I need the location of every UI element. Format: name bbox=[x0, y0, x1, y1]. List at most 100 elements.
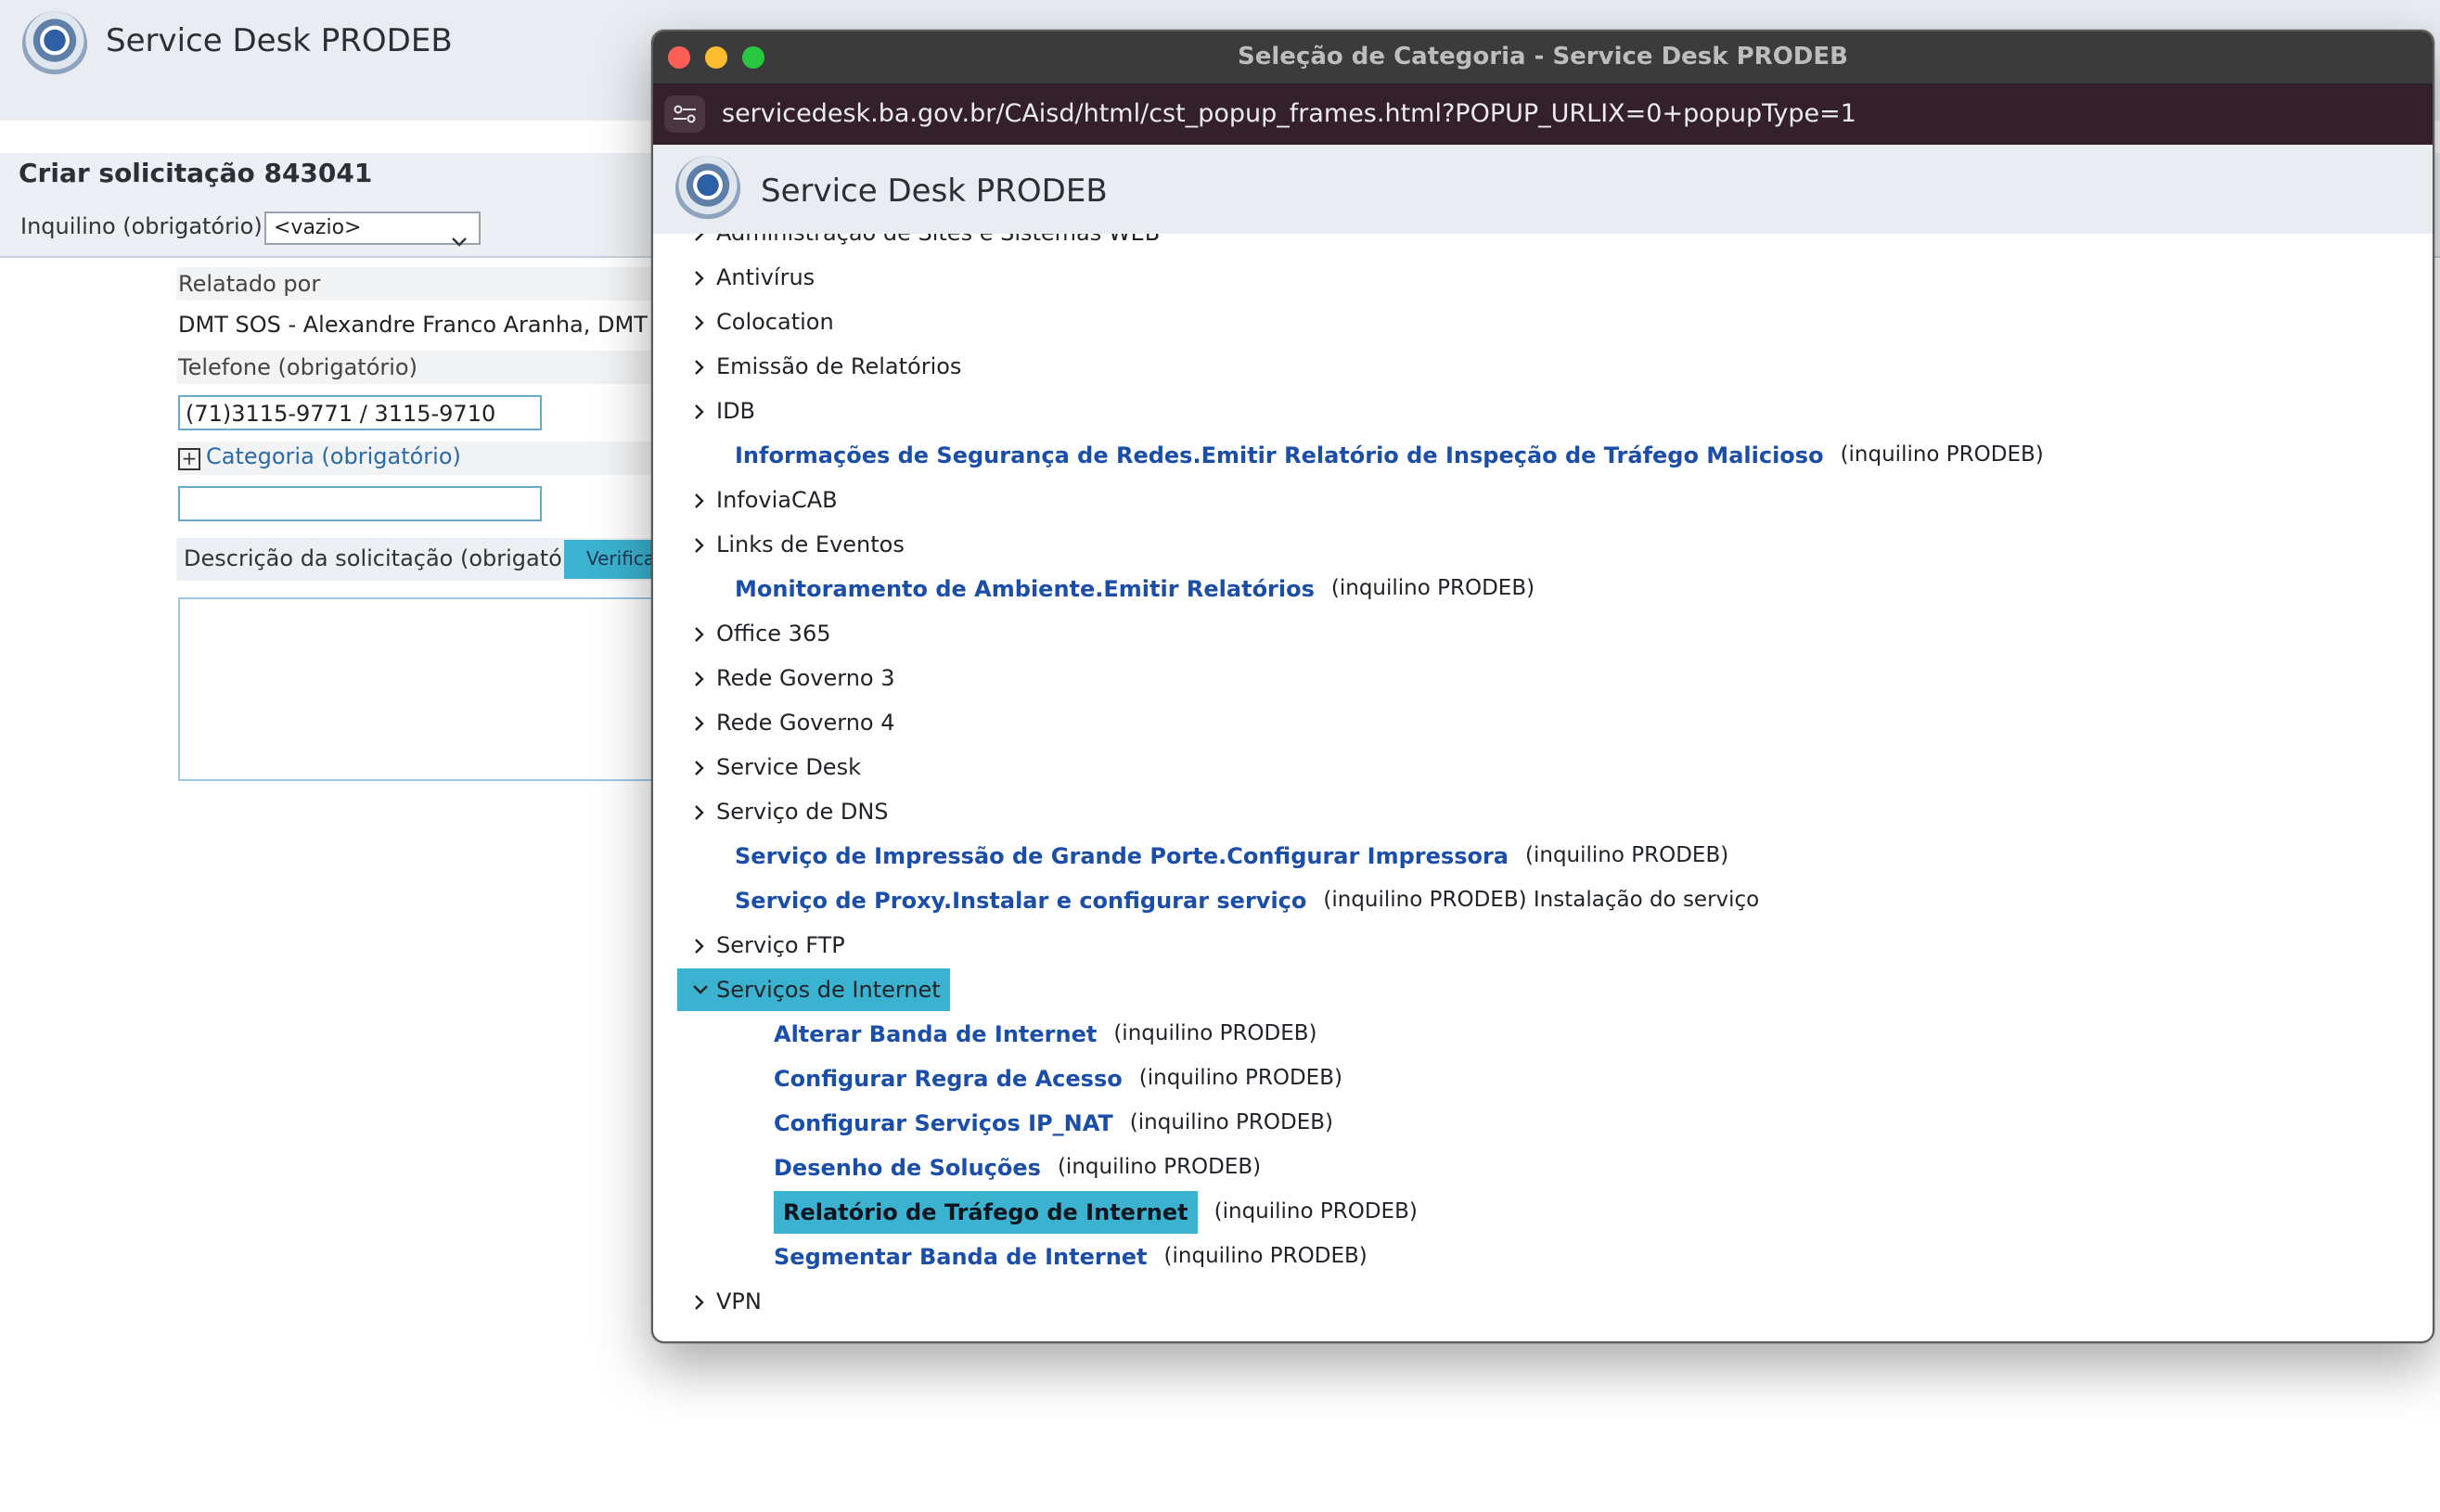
tree-node-label: VPN bbox=[716, 1288, 762, 1314]
category-leaf[interactable]: Serviço de Impressão de Grande Porte.Con… bbox=[735, 835, 1728, 878]
popup-app-title: Service Desk PRODEB bbox=[761, 173, 1108, 210]
reported-by-label: Relatado por bbox=[176, 267, 659, 301]
category-link[interactable]: Segmentar Banda de Internet bbox=[774, 1236, 1148, 1278]
tree-node[interactable]: Administração de Sites e Sistemas WEB bbox=[677, 234, 1160, 254]
tree-node[interactable]: Rede Governo 4 bbox=[677, 701, 894, 744]
tree-node[interactable]: Rede Governo 3 bbox=[677, 657, 894, 699]
tenant-note: (inquilino PRODEB) bbox=[1525, 843, 1729, 867]
tree-node[interactable]: Antivírus bbox=[677, 256, 815, 299]
url-text[interactable]: servicedesk.ba.gov.br/CAisd/html/cst_pop… bbox=[722, 99, 1856, 128]
site-settings-icon[interactable] bbox=[664, 96, 705, 133]
tree-node[interactable]: Links de Eventos bbox=[677, 523, 905, 566]
phone-input[interactable]: (71)3115-9771 / 3115-9710 bbox=[178, 395, 542, 430]
app-title: Service Desk PRODEB bbox=[106, 22, 453, 59]
tree-node-label: InfoviaCAB bbox=[716, 487, 838, 513]
category-leaf[interactable]: Informações de Segurança de Redes.Emitir… bbox=[735, 434, 2044, 477]
chevron-down-icon bbox=[449, 215, 469, 258]
tenant-select[interactable]: <vazio> bbox=[264, 211, 481, 247]
tree-node-label: Rede Governo 4 bbox=[716, 710, 895, 736]
tree-node-label: Rede Governo 3 bbox=[716, 665, 895, 691]
category-leaf[interactable]: Desenho de Soluções (inquilino PRODEB) bbox=[774, 1147, 1261, 1189]
category-link[interactable]: Configurar Regra de Acesso bbox=[774, 1057, 1123, 1100]
category-tree: Administração de Sites e Sistemas WEB Ant… bbox=[653, 234, 2433, 1341]
popup-app-header: Service Desk PRODEB bbox=[653, 145, 2433, 234]
category-leaf[interactable]: Configurar Regra de Acesso (inquilino PRO… bbox=[774, 1057, 1342, 1100]
tree-node-label: Links de Eventos bbox=[716, 532, 905, 557]
category-leaf[interactable]: Configurar Serviços IP_NAT (inquilino PRO… bbox=[774, 1102, 1333, 1145]
category-link[interactable]: Informações de Segurança de Redes.Emitir… bbox=[735, 434, 1824, 477]
tenant-note: (inquilino PRODEB) Instalação do serviço bbox=[1323, 888, 1760, 912]
category-link[interactable]: Serviço de Impressão de Grande Porte.Con… bbox=[735, 835, 1509, 878]
window-title: Seleção de Categoria - Service Desk PROD… bbox=[1238, 43, 1848, 70]
address-bar: servicedesk.ba.gov.br/CAisd/html/cst_pop… bbox=[653, 83, 2433, 145]
tree-node-selected[interactable]: Serviços de Internet bbox=[677, 968, 950, 1011]
tree-node-label: Service Desk bbox=[716, 754, 861, 780]
tenant-note: (inquilino PRODEB) bbox=[1113, 1021, 1317, 1045]
chevron-right-icon[interactable] bbox=[690, 790, 711, 833]
phone-label: Telefone (obrigatório) bbox=[176, 351, 659, 384]
tenant-note: (inquilino PRODEB) bbox=[1330, 576, 1535, 600]
tenant-note: (inquilino PRODEB) bbox=[1129, 1110, 1333, 1134]
tree-node-label: Administração de Sites e Sistemas WEB bbox=[716, 234, 1160, 254]
expand-plus-icon[interactable]: + bbox=[178, 448, 200, 470]
chevron-down-icon[interactable] bbox=[690, 968, 711, 1011]
tree-node-label: Serviços de Internet bbox=[716, 977, 941, 1003]
chevron-right-icon[interactable] bbox=[690, 523, 711, 566]
tree-node[interactable]: Office 365 bbox=[677, 612, 831, 655]
category-link[interactable]: Relatório de Tráfego de Internet bbox=[774, 1191, 1198, 1234]
chevron-right-icon[interactable] bbox=[690, 256, 711, 299]
tenant-note: (inquilino PRODEB) bbox=[1840, 442, 2044, 467]
category-link[interactable]: Configurar Serviços IP_NAT bbox=[774, 1102, 1113, 1145]
chevron-right-icon[interactable] bbox=[690, 612, 711, 655]
tree-node[interactable]: Emissão de Relatórios bbox=[677, 345, 961, 388]
chevron-right-icon[interactable] bbox=[690, 345, 711, 388]
tenant-note: (inquilino PRODEB) bbox=[1057, 1155, 1262, 1179]
tree-node[interactable]: VPN bbox=[677, 1280, 762, 1323]
tree-node[interactable]: Service Desk bbox=[677, 746, 861, 788]
tenant-select-value: <vazio> bbox=[274, 216, 362, 239]
tenant-note: (inquilino PRODEB) bbox=[1214, 1199, 1418, 1224]
tenant-label: Inquilino (obrigatório) bbox=[20, 213, 263, 239]
service-desk-logo-icon bbox=[675, 156, 740, 221]
tree-node-label: Colocation bbox=[716, 309, 834, 335]
category-input[interactable] bbox=[178, 486, 542, 521]
tree-node-label: Office 365 bbox=[716, 621, 831, 647]
window-titlebar[interactable]: Seleção de Categoria - Service Desk PROD… bbox=[653, 32, 2433, 83]
tree-node-label: Serviço de DNS bbox=[716, 799, 889, 825]
chevron-right-icon[interactable] bbox=[690, 1280, 711, 1323]
tree-node-label: IDB bbox=[716, 398, 756, 424]
chevron-right-icon[interactable] bbox=[690, 301, 711, 343]
tree-node[interactable]: Colocation bbox=[677, 301, 834, 343]
category-leaf[interactable]: Monitoramento de Ambiente.Emitir Relatór… bbox=[735, 568, 1535, 610]
tree-node-label: Serviço FTP bbox=[716, 932, 845, 958]
tree-node-label: Antivírus bbox=[716, 264, 815, 290]
description-label: Descrição da solicitação (obrigatório) bbox=[184, 545, 600, 571]
chevron-right-icon[interactable] bbox=[690, 390, 711, 432]
category-leaf-selected[interactable]: Relatório de Tráfego de Internet (inquili… bbox=[774, 1191, 1418, 1234]
category-leaf[interactable]: Serviço de Proxy.Instalar e configurar s… bbox=[735, 879, 1759, 922]
category-link[interactable]: Desenho de Soluções bbox=[774, 1147, 1041, 1189]
chevron-right-icon[interactable] bbox=[690, 657, 711, 699]
chevron-right-icon[interactable] bbox=[690, 234, 711, 254]
service-desk-logo-icon bbox=[22, 11, 87, 76]
category-leaf[interactable]: Alterar Banda de Internet (inquilino PROD… bbox=[774, 1013, 1317, 1056]
chevron-right-icon[interactable] bbox=[690, 479, 711, 521]
tree-node[interactable]: Serviço FTP bbox=[677, 924, 845, 967]
category-link[interactable]: Categoria (obrigatório) bbox=[206, 443, 461, 469]
tree-node[interactable]: IDB bbox=[677, 390, 755, 432]
chevron-right-icon[interactable] bbox=[690, 701, 711, 744]
tree-node-label: Emissão de Relatórios bbox=[716, 353, 962, 379]
form-title: Criar solicitação 843041 bbox=[19, 158, 373, 188]
category-selection-window: Seleção de Categoria - Service Desk PROD… bbox=[651, 30, 2434, 1343]
chevron-right-icon[interactable] bbox=[690, 924, 711, 967]
category-link[interactable]: Serviço de Proxy.Instalar e configurar s… bbox=[735, 879, 1306, 922]
tenant-note: (inquilino PRODEB) bbox=[1163, 1244, 1368, 1268]
description-textarea[interactable] bbox=[178, 597, 698, 781]
category-link[interactable]: Alterar Banda de Internet bbox=[774, 1013, 1097, 1056]
tree-node[interactable]: InfoviaCAB bbox=[677, 479, 838, 521]
chevron-right-icon[interactable] bbox=[690, 746, 711, 788]
tree-node[interactable]: Serviço de DNS bbox=[677, 790, 889, 833]
category-leaf[interactable]: Segmentar Banda de Internet (inquilino PR… bbox=[774, 1236, 1368, 1278]
reported-by-value: DMT SOS - Alexandre Franco Aranha, DMT -… bbox=[178, 312, 710, 338]
category-link[interactable]: Monitoramento de Ambiente.Emitir Relatór… bbox=[735, 568, 1315, 610]
